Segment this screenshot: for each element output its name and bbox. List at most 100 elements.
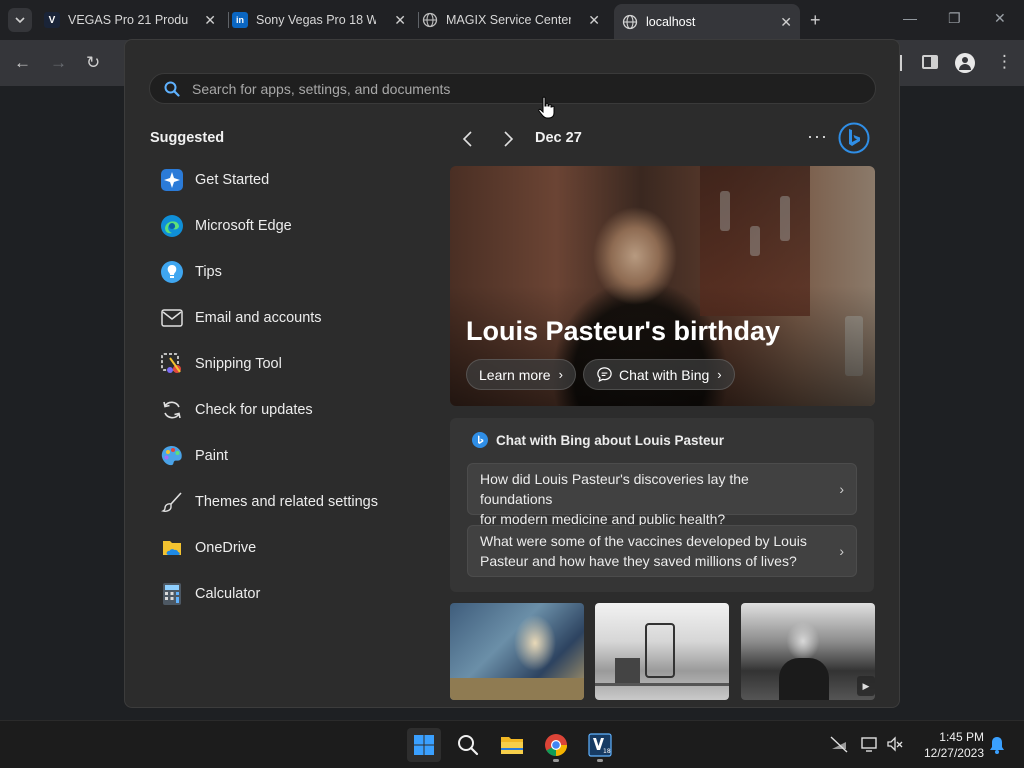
minimize-icon[interactable]: —: [903, 10, 917, 26]
suggested-item-label: Check for updates: [195, 402, 313, 418]
suggested-item-email-accounts[interactable]: Email and accounts: [149, 295, 429, 341]
chat-question-2[interactable]: What were some of the vaccines developed…: [467, 525, 857, 577]
suggested-item-label: Snipping Tool: [195, 356, 282, 372]
learn-more-button[interactable]: Learn more ›: [466, 359, 576, 390]
suggested-item-get-started[interactable]: Get Started: [149, 157, 429, 203]
chevron-left-icon[interactable]: [458, 129, 478, 149]
chevron-right-icon: ›: [558, 367, 563, 382]
windows-start-icon[interactable]: [407, 728, 441, 762]
chat-with-bing-button[interactable]: Chat with Bing ›: [583, 359, 735, 390]
tab-separator: [418, 12, 419, 28]
window-close-icon[interactable]: ✕: [994, 10, 1006, 27]
browser-tab-sony-vegas-18[interactable]: in Sony Vegas Pro 18 Wit ✕: [232, 6, 414, 34]
close-icon[interactable]: ✕: [204, 12, 216, 29]
hero-bottle-art: [750, 226, 760, 256]
onedrive-icon: [160, 536, 184, 560]
network-offline-icon[interactable]: [829, 734, 849, 754]
question-line: Pasteur and how have they saved millions…: [480, 553, 797, 569]
suggested-item-label: Microsoft Edge: [195, 218, 292, 234]
hero-title: Louis Pasteur's birthday: [466, 316, 780, 346]
suggested-item-tips[interactable]: Tips: [149, 249, 429, 295]
browser-tab-vegas-pro-21[interactable]: V VEGAS Pro 21 Product ✕: [44, 6, 224, 34]
browser-tab-localhost[interactable]: localhost ✕: [614, 4, 800, 40]
thumbnail-painting[interactable]: [450, 603, 584, 700]
running-indicator: [597, 759, 603, 762]
suggested-item-label: Get Started: [195, 172, 270, 188]
taskbar-search-icon[interactable]: [451, 728, 485, 762]
linkedin-favicon-icon: in: [232, 12, 248, 28]
reload-icon[interactable]: ↻: [86, 53, 100, 73]
back-arrow-icon[interactable]: ←: [14, 53, 31, 73]
close-icon[interactable]: ✕: [780, 14, 792, 31]
tab-title: Sony Vegas Pro 18 Wit: [256, 13, 376, 27]
browser-tab-magix-service[interactable]: MAGIX Service Center ✕: [422, 6, 608, 34]
hero-bottle-art: [720, 191, 730, 231]
edge-icon: [160, 214, 184, 238]
date-label: Dec 27: [535, 130, 582, 146]
more-options-button[interactable]: ···: [807, 126, 828, 147]
suggested-item-paint[interactable]: Paint: [149, 433, 429, 479]
chevron-right-icon: ›: [839, 543, 844, 559]
hand-cursor-icon: [538, 96, 555, 119]
thumbnail-pasteur-photo[interactable]: [741, 603, 875, 700]
suggested-item-microsoft-edge[interactable]: Microsoft Edge: [149, 203, 429, 249]
suggested-item-onedrive[interactable]: OneDrive: [149, 525, 429, 571]
chat-heading: Chat with Bing about Louis Pasteur: [472, 432, 724, 448]
suggested-item-label: Calculator: [195, 586, 261, 602]
close-icon[interactable]: ✕: [588, 12, 600, 29]
carousel-next-icon[interactable]: ▶: [857, 676, 875, 696]
suggested-item-snipping-tool[interactable]: Snipping Tool: [149, 341, 429, 387]
restore-icon[interactable]: ❐: [948, 10, 961, 27]
bing-logo-icon[interactable]: [838, 122, 870, 154]
tab-title: MAGIX Service Center: [446, 13, 571, 27]
suggested-item-check-updates[interactable]: Check for updates: [149, 387, 429, 433]
display-icon[interactable]: [860, 734, 880, 754]
chevron-right-icon[interactable]: [498, 129, 518, 149]
file-explorer-icon[interactable]: [495, 728, 529, 762]
thumbnail-lab-equipment[interactable]: [595, 603, 729, 700]
suggested-item-calculator[interactable]: Calculator: [149, 571, 429, 617]
suggested-list: Get Started Microsoft Edge Tips Email an…: [149, 157, 429, 617]
start-menu: Suggested Get Started Microsoft Edge Tip…: [124, 39, 900, 708]
notification-bell-icon[interactable]: [987, 735, 1007, 755]
suggested-item-label: Themes and related settings: [195, 494, 378, 510]
new-tab-button[interactable]: +: [810, 10, 821, 31]
mail-icon: [160, 306, 184, 330]
close-icon[interactable]: ✕: [394, 12, 406, 29]
forward-arrow-icon[interactable]: →: [50, 53, 67, 73]
suggested-item-label: Tips: [195, 264, 222, 280]
vegas-pro-icon[interactable]: 18: [583, 728, 617, 762]
paint-icon: [160, 444, 184, 468]
search-input[interactable]: [192, 78, 852, 100]
tips-icon: [160, 260, 184, 284]
chevron-right-icon: ›: [717, 367, 722, 382]
chrome-icon[interactable]: [539, 728, 573, 762]
suggested-item-themes-settings[interactable]: Themes and related settings: [149, 479, 429, 525]
taskbar-clock[interactable]: 1:45 PM 12/27/2023: [914, 729, 984, 761]
tab-title: localhost: [646, 15, 696, 29]
tab-separator: [228, 12, 229, 28]
volume-muted-icon[interactable]: [885, 734, 905, 754]
snipping-tool-icon: [160, 352, 184, 376]
globe-icon: [622, 14, 638, 30]
question-line: What were some of the vaccines developed…: [480, 533, 807, 549]
learn-more-label: Learn more: [479, 366, 551, 383]
suggested-item-label: OneDrive: [195, 540, 257, 556]
profile-avatar-icon[interactable]: [955, 53, 975, 73]
hero-card[interactable]: Louis Pasteur's birthday Learn more › Ch…: [450, 166, 875, 406]
suggested-item-label: Email and accounts: [195, 310, 322, 326]
tab-search-button[interactable]: [8, 8, 32, 32]
side-panel-icon[interactable]: [922, 55, 938, 69]
running-indicator: [553, 759, 559, 762]
tab-title: VEGAS Pro 21 Product: [68, 13, 188, 27]
search-icon: [164, 81, 180, 97]
clock-date: 12/27/2023: [923, 746, 984, 760]
brush-icon: [160, 490, 184, 514]
chat-heading-label: Chat with Bing about Louis Pasteur: [496, 432, 725, 448]
suggested-heading: Suggested: [150, 130, 225, 146]
clock-time: 1:45 PM: [939, 730, 984, 744]
calculator-icon: [160, 582, 184, 606]
start-search-box[interactable]: [149, 73, 876, 104]
chat-question-1[interactable]: How did Louis Pasteur's discoveries lay …: [467, 463, 857, 527]
menu-kebab-icon[interactable]: ⋮: [996, 52, 1013, 72]
